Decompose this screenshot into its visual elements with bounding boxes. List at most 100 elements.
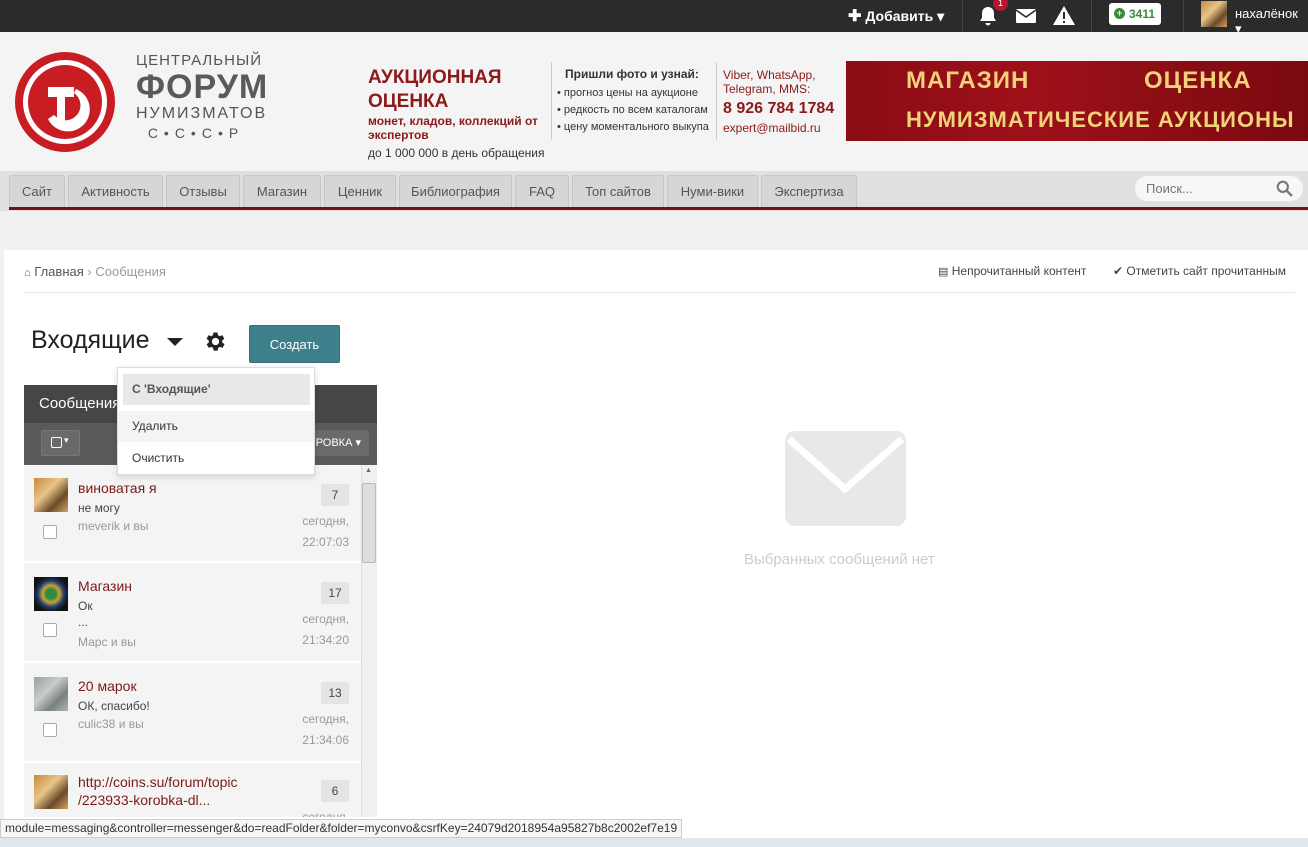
reputation-badge[interactable]: +3411 [1109,3,1161,25]
date-day: сегодня, [302,514,349,528]
envelope-icon[interactable] [1014,4,1038,28]
banner-shop: МАГАЗИН [906,67,1030,94]
avatar [34,478,68,512]
menu-item-clear[interactable]: Очистить [118,443,314,474]
tab-shop[interactable]: Магазин [243,175,321,208]
auction-ad-subtitle: монет, кладов, коллекций от экспертов [368,114,538,142]
conversation-checkbox[interactable] [43,723,57,737]
tab-site[interactable]: Сайт [9,175,65,208]
check-icon: ✔ [1113,264,1124,278]
search-icon[interactable] [1276,180,1293,197]
breadcrumb-separator: › [87,264,92,279]
auction-ad-note: до 1 000 000 в день обращения [368,146,545,160]
conversation-date: сегодня, 21:34:20 [302,609,349,651]
unread-content-label: Непрочитанный контент [951,264,1087,278]
date-day: сегодня, [302,612,349,626]
date-time: 21:34:20 [302,633,349,647]
photo-ad-item-text: редкость по всем каталогам [563,104,708,116]
user-avatar[interactable] [1201,1,1227,27]
divider [1091,0,1092,32]
conversation-date: сегодня, [302,807,349,817]
photo-ad-item-text: прогноз цены на аукционе [563,87,698,99]
list-item[interactable]: Магазин Ок ... Марс и вы 17 сегодня, 21:… [24,565,361,663]
photo-ad-title: Пришли фото и узнай: [565,67,699,81]
avatar [34,577,68,611]
tab-reviews[interactable]: Отзывы [166,175,240,208]
folder-options-menu: С 'Входящие' Удалить Очистить [117,367,315,475]
create-button[interactable]: Создать [249,325,340,363]
mark-read-link[interactable]: ✔ Отметить сайт прочитанным [1113,264,1286,278]
site-logo-text: ЦЕНТРАЛЬНЫЙ ФОРУМ НУМИЗМАТОВ С•С•С•Р [136,52,267,141]
plus-circle-icon: + [1114,8,1125,19]
scrollbar-thumb[interactable] [362,483,376,563]
breadcrumb-current: Сообщения [95,264,166,279]
banner-eval: ОЦЕНКА [1144,67,1252,94]
photo-ad-item: • редкость по всем каталогам [557,104,708,116]
menu-item-delete[interactable]: Удалить [118,411,314,442]
photo-ad-item-text: цену моментального выкупа [563,121,709,133]
date-day: сегодня, [302,712,349,726]
conversation-date: сегодня, 21:34:06 [302,709,349,751]
divider [716,62,717,140]
date-time: 21:34:06 [302,733,349,747]
auction-ad[interactable]: АУКЦИОННАЯ ОЦЕНКА монет, кладов, коллекц… [368,66,550,160]
scroll-up-icon[interactable]: ▲ [365,467,372,474]
conversation-snippet: не могу [78,501,120,515]
plus-icon: ✚ [848,8,862,25]
tab-expertise[interactable]: Экспертиза [761,175,857,208]
nav-underline [9,207,1308,210]
conversation-title-continued[interactable]: /223933-korobka-dl... [78,791,210,809]
photo-ad[interactable]: Пришли фото и узнай: • прогноз цены на а… [557,67,717,136]
conversation-title[interactable]: виноватая я [78,479,157,497]
menu-header: С 'Входящие' [123,374,310,405]
reply-count: 17 [321,582,349,604]
reply-count: 6 [321,780,349,802]
list-item[interactable]: http://coins.su/forum/topic /223933-koro… [24,765,361,817]
list-item[interactable]: 20 марок ОК, спасибо! culic38 и вы 13 се… [24,665,361,763]
divider [24,292,1295,293]
empty-state-text: Выбранных сообщений нет [744,551,935,568]
conversation-title[interactable]: Магазин [78,577,132,595]
tab-numi-wiki[interactable]: Нуми-вики [667,175,758,208]
conversation-title[interactable]: 20 марок [78,677,137,695]
unread-content-link[interactable]: ▤ Непрочитанный контент [938,264,1086,278]
logo-line1: ЦЕНТРАЛЬНЫЙ [136,52,263,69]
breadcrumb: ⌂ Главная › Сообщения [24,264,166,279]
conversation-checkbox[interactable] [43,623,57,637]
chevron-down-icon: ▾ [64,435,69,445]
sort-button[interactable]: РОВКА ▾ [308,430,369,456]
date-time: 22:07:03 [302,535,349,549]
banner-auctions: НУМИЗМАТИЧЕСКИЕ АУКЦИОНЫ [906,107,1295,132]
conversation-checkbox[interactable] [43,525,57,539]
gear-icon[interactable] [203,329,228,354]
mark-read-label: Отметить сайт прочитанным [1126,264,1286,278]
conversation-participants: meverik и вы [78,519,149,533]
date-day: сегодня, [302,810,349,817]
window-bottom-edge [0,838,1308,847]
conversation-title[interactable]: http://coins.su/forum/topic [78,773,238,791]
conversation-participants: culic38 и вы [78,717,144,731]
chevron-down-icon[interactable] [167,338,183,346]
folder-title[interactable]: Входящие [31,326,150,355]
add-label: Добавить [865,8,934,24]
divider [962,0,963,32]
tab-bibliography[interactable]: Библиография [399,175,512,208]
reputation-value: 3411 [1129,7,1156,21]
contact-ad[interactable]: Viber, WhatsApp, Telegram, MMS: 8 926 78… [723,68,843,135]
conversation-snippet: ОК, спасибо! [78,699,150,713]
tab-top-sites[interactable]: Топ сайтов [572,175,664,208]
avatar [34,775,68,809]
photo-ad-item: • прогноз цены на аукционе [557,87,698,99]
envelope-icon [785,431,906,526]
shop-banner[interactable]: МАГАЗИН ОЦЕНКА НУМИЗМАТИЧЕСКИЕ АУКЦИОНЫ [846,61,1308,141]
add-menu-button[interactable]: ✚ Добавить ▾ [848,5,944,27]
tab-activity[interactable]: Активность [68,175,163,208]
warning-icon[interactable] [1052,4,1076,28]
tab-pricelist[interactable]: Ценник [324,175,396,208]
hammer-sickle-logo-icon[interactable] [14,51,116,153]
tab-faq[interactable]: FAQ [515,175,569,208]
select-all-button[interactable]: ▾ [41,430,80,456]
list-item[interactable]: виноватая я не могу meverik и вы 7 сегод… [24,465,361,563]
breadcrumb-home[interactable]: Главная [34,264,83,279]
sort-label: РОВКА [315,437,353,449]
